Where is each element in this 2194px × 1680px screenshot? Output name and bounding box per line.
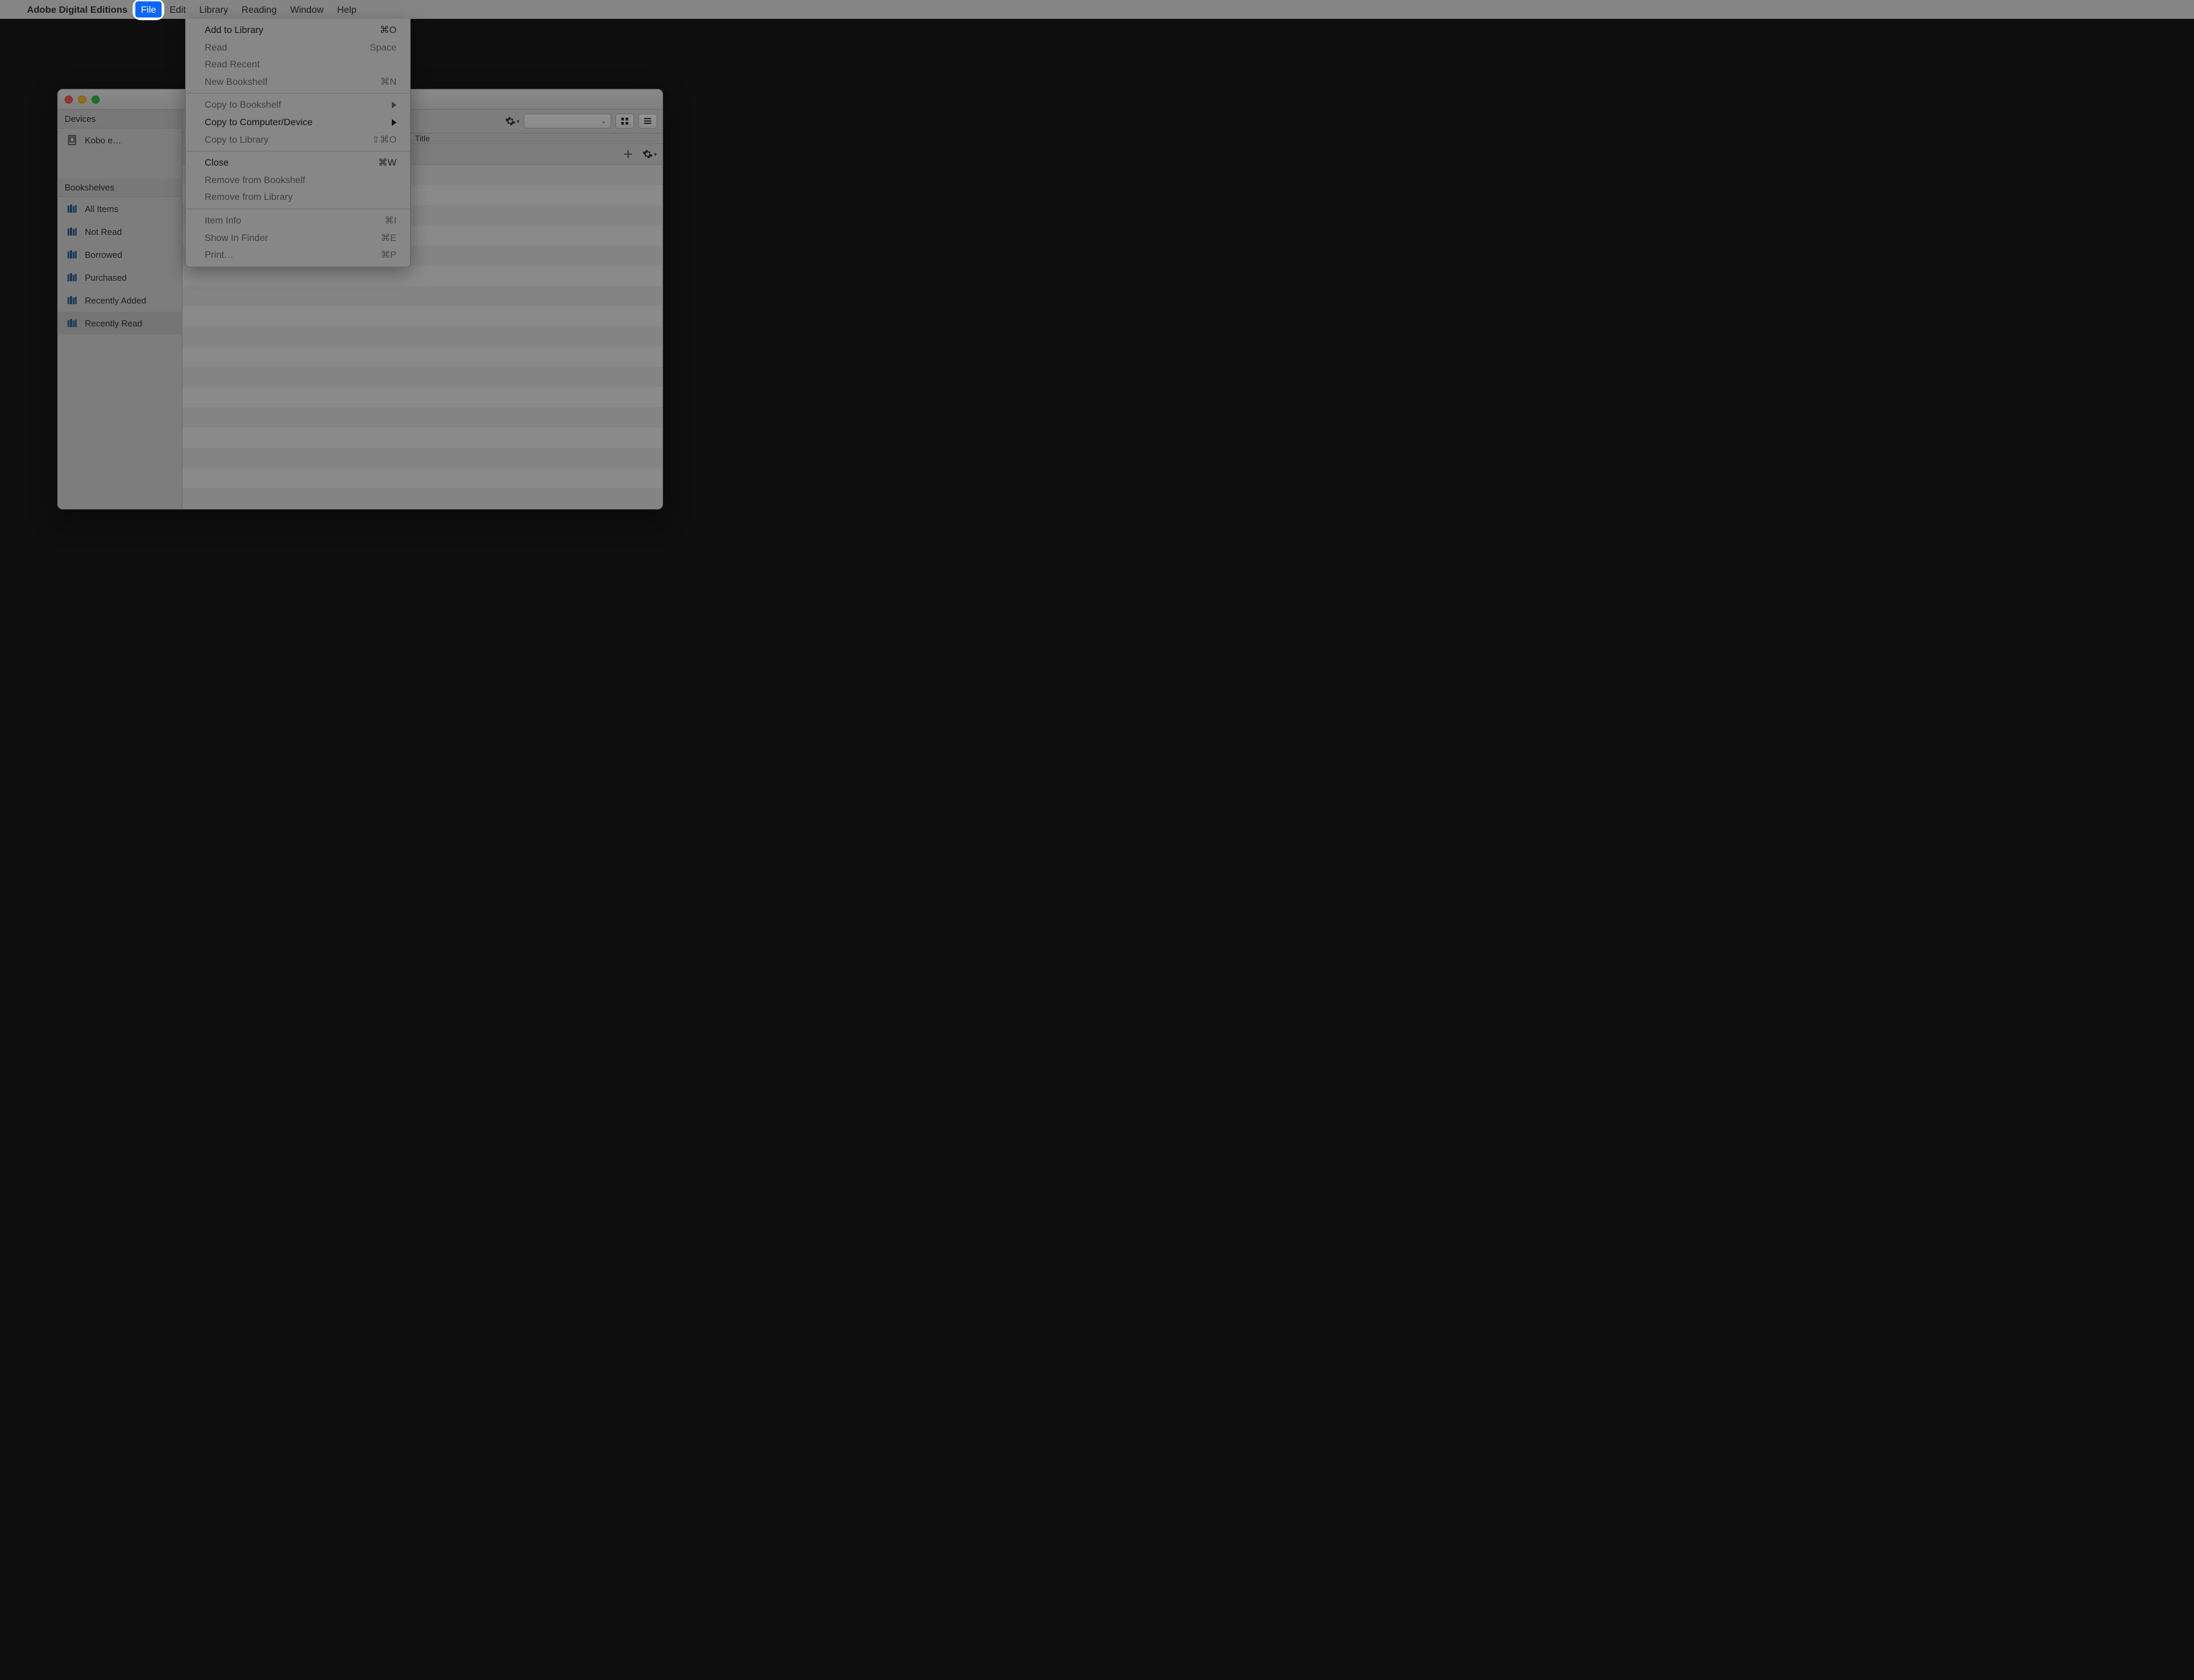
table-row	[182, 387, 662, 407]
table-row	[182, 508, 662, 510]
file-menu-dropdown: Add to Library⌘OReadSpaceRead RecentNew …	[185, 19, 411, 267]
file-menu-item[interactable]: Add to Library⌘O	[186, 22, 410, 39]
submenu-arrow-icon	[392, 102, 397, 108]
grid-view-button[interactable]	[615, 114, 634, 129]
menu-item-shortcut: ⇧⌘O	[372, 133, 397, 147]
menubar: Adobe Digital Editions File Edit Library…	[0, 0, 2194, 19]
file-menu-item[interactable]: Close⌘W	[186, 154, 410, 172]
menu-item-shortcut: ⌘P	[381, 248, 397, 262]
sidebar-bookshelf-item[interactable]: All Items	[58, 197, 182, 220]
device-gear-button[interactable]: ▾	[505, 114, 520, 129]
sidebar-bookshelf-label: All Items	[85, 204, 118, 214]
bookshelf-gear-button[interactable]: ▾	[642, 147, 657, 162]
menu-edit[interactable]: Edit	[163, 0, 193, 19]
sidebar-bookshelf-item[interactable]: Not Read	[58, 220, 182, 243]
menu-window[interactable]: Window	[283, 0, 331, 19]
sidebar-bookshelf-item[interactable]: Purchased	[58, 266, 182, 289]
device-icon	[66, 134, 78, 146]
file-menu-item: Remove from Bookshelf	[186, 172, 410, 189]
file-menu-item: ReadSpace	[186, 39, 410, 57]
menu-item-label: Print…	[205, 248, 381, 262]
menu-item-label: Item Info	[205, 214, 384, 228]
menu-item-label: Copy to Computer/Device	[205, 116, 386, 129]
bookshelf-icon	[66, 203, 78, 215]
file-menu-item: Copy to Bookshelf	[186, 96, 410, 114]
file-menu-item: Print…⌘P	[186, 246, 410, 264]
sidebar-bookshelf-item[interactable]: Borrowed	[58, 243, 182, 266]
table-row	[182, 286, 662, 306]
table-row	[182, 347, 662, 367]
sidebar-bookshelf-item[interactable]: Recently Added	[58, 289, 182, 312]
sidebar-bookshelf-label: Borrowed	[85, 250, 123, 260]
bookshelf-icon	[66, 294, 78, 306]
menu-item-label: Remove from Bookshelf	[205, 174, 397, 187]
sort-dropdown[interactable]: ⌄	[524, 114, 611, 129]
menu-item-label: Copy to Library	[205, 133, 372, 147]
table-row	[182, 468, 662, 488]
menu-help[interactable]: Help	[331, 0, 364, 19]
sidebar-bookshelf-item[interactable]: Recently Read	[58, 312, 182, 335]
app-name[interactable]: Adobe Digital Editions	[20, 4, 134, 15]
menu-file[interactable]: File	[134, 0, 163, 19]
table-row	[182, 266, 662, 286]
close-button[interactable]	[65, 96, 73, 104]
menu-reading[interactable]: Reading	[235, 0, 283, 19]
sidebar-device-kobo[interactable]: Kobo e…	[58, 129, 182, 151]
sidebar-bookshelf-label: Recently Added	[85, 295, 146, 306]
sidebar-bookshelf-label: Not Read	[85, 227, 122, 237]
menu-item-shortcut: ⌘W	[378, 156, 397, 170]
menu-item-shortcut: ⌘I	[384, 214, 397, 228]
table-row	[182, 306, 662, 326]
menu-separator	[186, 93, 410, 94]
menu-item-label: Read	[205, 41, 370, 55]
sidebar-devices-header: Devices	[58, 110, 182, 129]
table-row	[182, 326, 662, 347]
table-row	[182, 448, 662, 468]
file-menu-item: Copy to Library⇧⌘O	[186, 131, 410, 149]
bookshelf-icon	[66, 225, 78, 238]
file-menu-item[interactable]: Copy to Computer/Device	[186, 114, 410, 131]
sidebar: Devices Kobo e… Bookshelves All Items Not…	[58, 110, 182, 509]
file-menu-item: Show In Finder⌘E	[186, 230, 410, 247]
table-row	[182, 407, 662, 427]
file-menu-item: New Bookshelf⌘N	[186, 73, 410, 91]
menu-file-label: File	[141, 4, 156, 15]
file-menu-item: Read Recent	[186, 56, 410, 73]
file-menu-item: Remove from Library	[186, 188, 410, 206]
submenu-arrow-icon	[392, 119, 397, 126]
menu-item-label: Remove from Library	[205, 190, 397, 204]
menu-item-label: New Bookshelf	[205, 75, 380, 89]
menu-item-label: Read Recent	[205, 58, 397, 71]
add-book-button[interactable]	[621, 147, 636, 162]
list-view-button[interactable]	[638, 114, 657, 129]
table-row	[182, 427, 662, 448]
menu-item-label: Copy to Bookshelf	[205, 98, 386, 112]
file-menu-item: Item Info⌘I	[186, 212, 410, 230]
menu-item-label: Close	[205, 156, 378, 170]
table-row	[182, 488, 662, 508]
menu-item-shortcut: ⌘O	[380, 24, 397, 37]
sidebar-device-label: Kobo e…	[85, 135, 121, 145]
menu-item-label: Add to Library	[205, 24, 380, 37]
menu-item-shortcut: Space	[370, 41, 397, 55]
bookshelf-icon	[66, 317, 78, 329]
table-row	[182, 367, 662, 387]
menu-item-label: Show In Finder	[205, 232, 381, 245]
sidebar-bookshelf-label: Purchased	[85, 273, 127, 283]
sidebar-bookshelves-header: Bookshelves	[58, 178, 182, 197]
bookshelf-icon	[66, 271, 78, 283]
bookshelf-icon	[66, 248, 78, 260]
menu-item-shortcut: ⌘N	[380, 75, 397, 89]
chevron-down-icon: ⌄	[601, 118, 607, 125]
menu-library[interactable]: Library	[193, 0, 235, 19]
sidebar-bookshelf-label: Recently Read	[85, 318, 142, 328]
menu-item-shortcut: ⌘E	[381, 232, 397, 245]
